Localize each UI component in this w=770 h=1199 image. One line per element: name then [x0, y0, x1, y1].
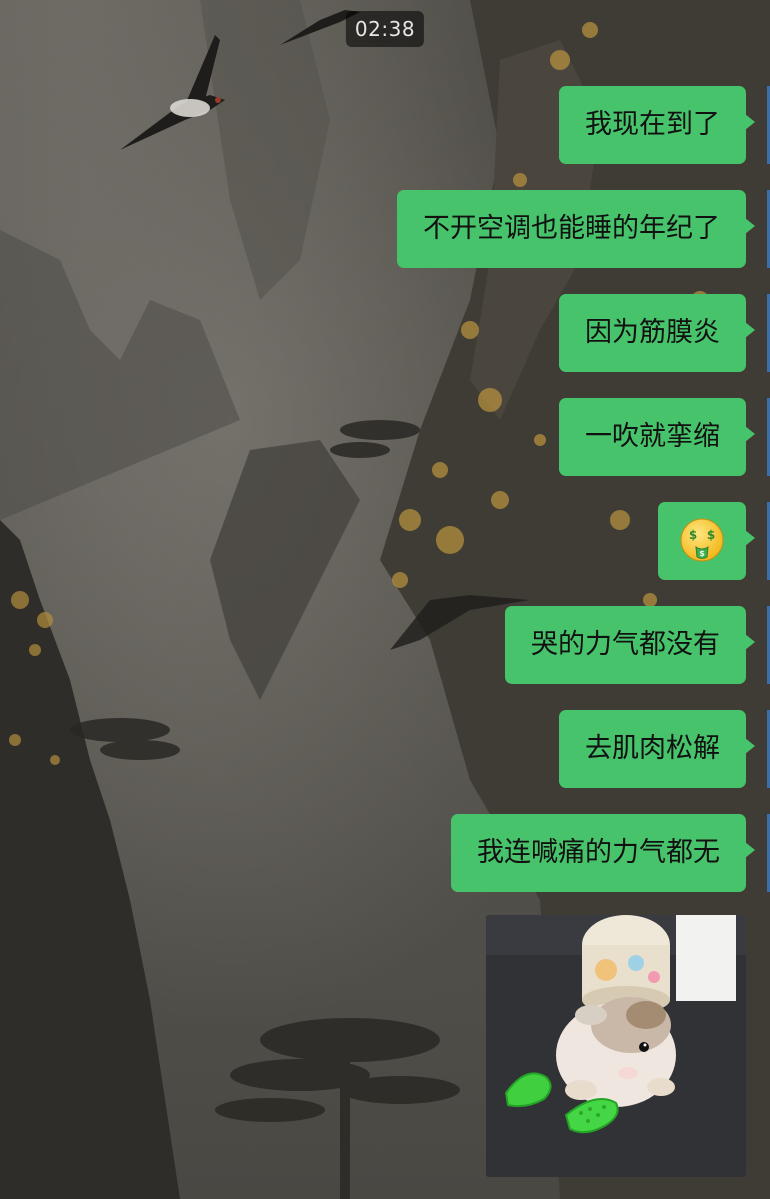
message-text: 哭的力气都没有 [531, 629, 720, 660]
message-text: 因为筋膜炎 [585, 317, 720, 348]
message-bubble[interactable]: 不开空调也能睡的年纪了 [397, 190, 755, 268]
message-text: 去肌肉松解 [585, 733, 720, 764]
message-bubble[interactable]: 我连喊痛的力气都无 [451, 814, 755, 892]
message-bubble[interactable]: 我现在到了 [559, 86, 755, 164]
svg-text:$: $ [699, 549, 705, 558]
emoji-message-bubble[interactable]: $ $ $ [658, 502, 755, 580]
message-bubble[interactable]: 因为筋膜炎 [559, 294, 755, 372]
svg-text:$: $ [707, 528, 715, 542]
message-bubble[interactable]: 去肌肉松解 [559, 710, 755, 788]
hamster-photo [486, 915, 746, 1177]
message-text: 一吹就挛缩 [585, 421, 720, 452]
message-text: 我现在到了 [585, 109, 720, 140]
message-bubble[interactable]: 一吹就挛缩 [559, 398, 755, 476]
message-text: 不开空调也能睡的年纪了 [423, 213, 720, 244]
money-mouth-face-emoji-icon: $ $ $ [680, 518, 724, 561]
image-message[interactable] [486, 915, 746, 1177]
message-timestamp: 02:38 [345, 11, 425, 47]
svg-text:$: $ [689, 528, 697, 542]
message-text: 我连喊痛的力气都无 [477, 837, 720, 868]
message-bubble[interactable]: 哭的力气都没有 [505, 606, 755, 684]
